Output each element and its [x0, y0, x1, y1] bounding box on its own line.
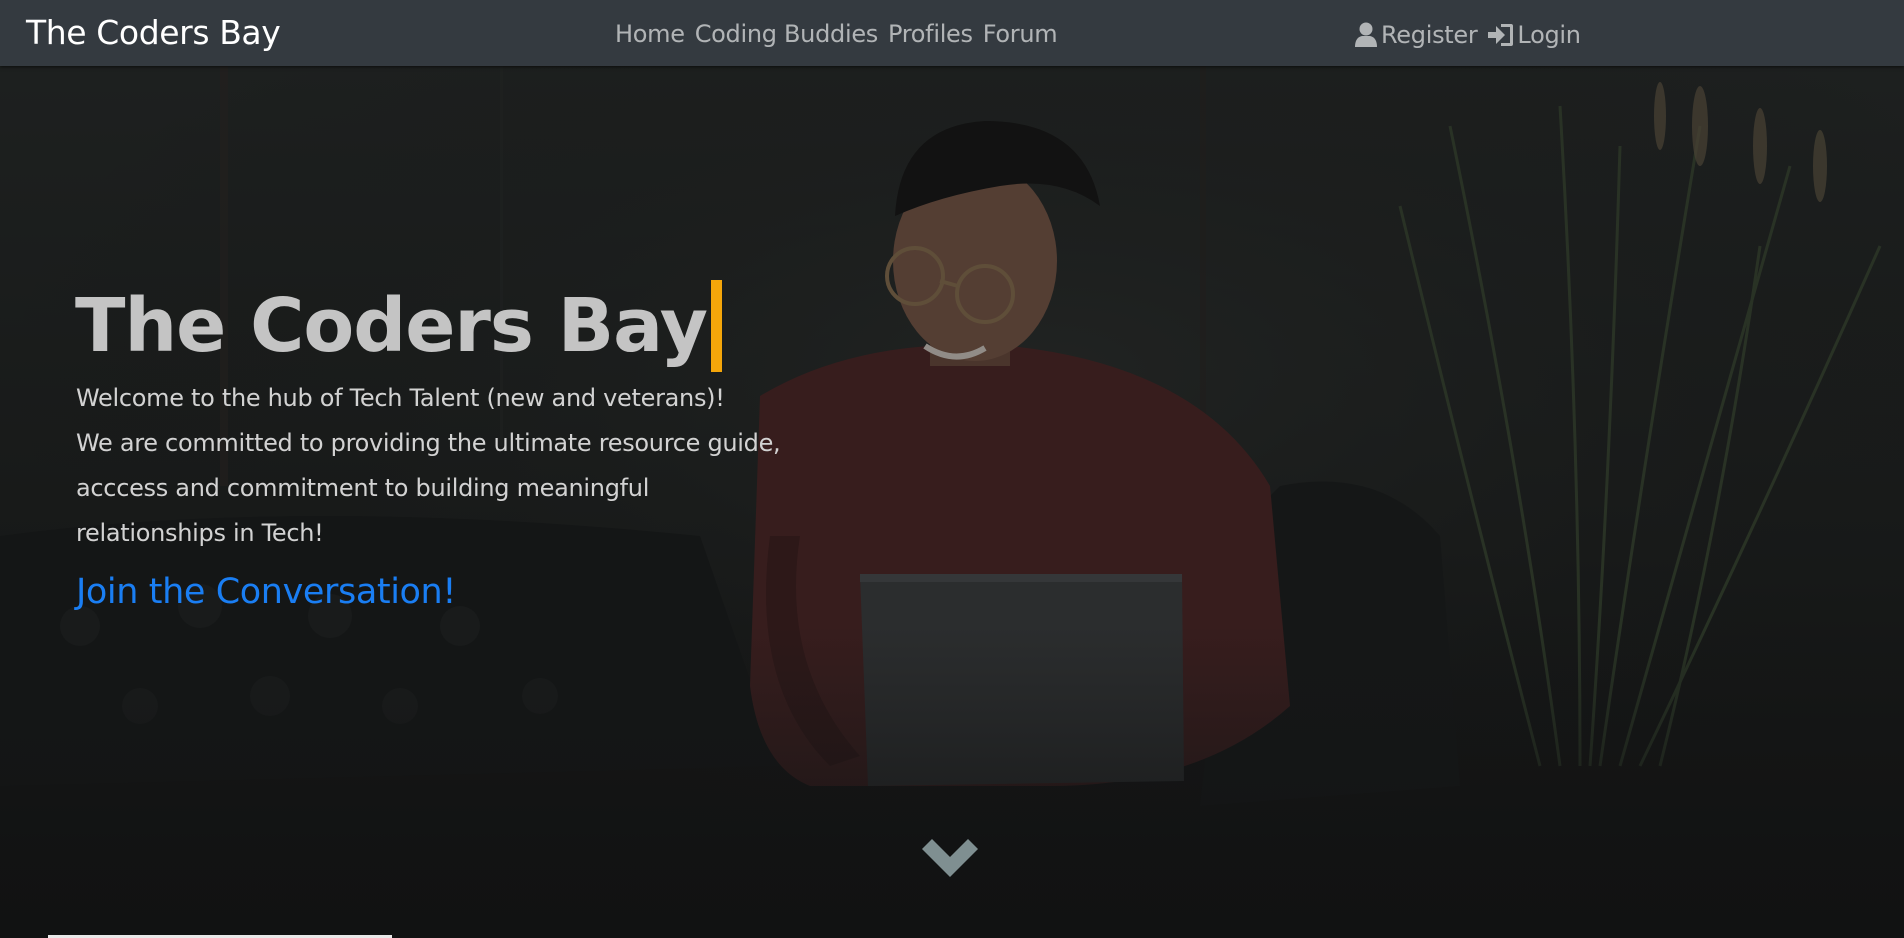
register-label: Register	[1381, 21, 1478, 49]
auth-links: Register Login	[1354, 19, 1581, 51]
hero-title-text: The Coders Bay	[75, 282, 708, 369]
hero-line: We are committed to providing the ultima…	[76, 429, 781, 457]
typing-caret	[711, 279, 723, 372]
hero-line: acccess and commitment to building meani…	[76, 474, 650, 502]
register-link[interactable]: Register	[1354, 19, 1478, 51]
login-link[interactable]: Login	[1487, 19, 1581, 51]
hero-line: Welcome to the hub of Tech Talent (new a…	[76, 384, 725, 412]
hero-section: The Coders Bay Welcome to the hub of Tec…	[0, 66, 1904, 938]
nav-link-home[interactable]: Home	[615, 18, 685, 50]
user-icon	[1355, 22, 1377, 47]
sign-in-icon	[1488, 24, 1514, 46]
join-conversation-link[interactable]: Join the Conversation!	[76, 568, 456, 616]
nav-link-profiles[interactable]: Profiles	[888, 18, 973, 50]
hero-title: The Coders Bay	[75, 276, 723, 376]
nav-links: Home Coding Buddies Profiles Forum	[615, 18, 1058, 50]
login-label: Login	[1517, 21, 1581, 49]
navbar: The Coders Bay Home Coding Buddies Profi…	[0, 0, 1904, 66]
nav-link-coding-buddies[interactable]: Coding Buddies	[695, 18, 879, 50]
chevron-down-icon[interactable]	[920, 836, 980, 886]
hero-description: Welcome to the hub of Tech Talent (new a…	[76, 376, 806, 556]
nav-link-forum[interactable]: Forum	[983, 18, 1058, 50]
navbar-brand[interactable]: The Coders Bay	[26, 12, 281, 54]
hero-line: relationships in Tech!	[76, 519, 324, 547]
